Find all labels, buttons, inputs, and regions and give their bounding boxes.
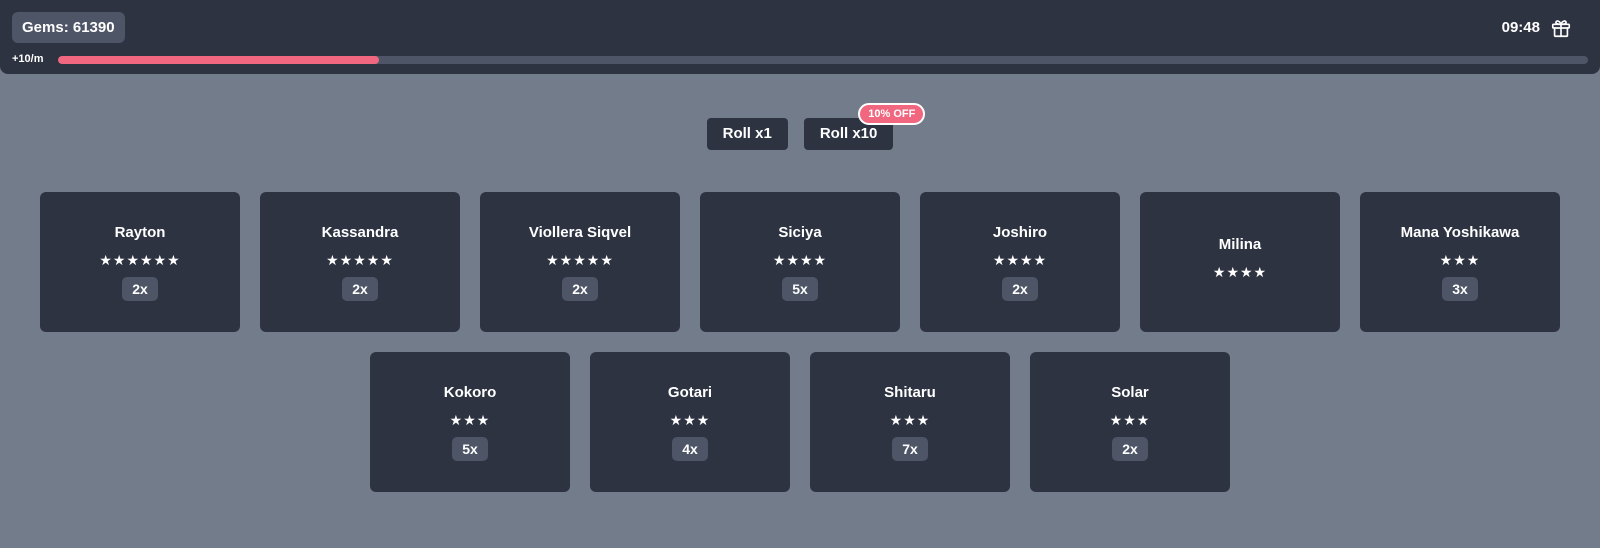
character-card[interactable]: Solar ★★★ 2x <box>1030 352 1230 492</box>
character-name: Shitaru <box>884 383 936 401</box>
duplicate-count: 2x <box>122 276 158 301</box>
star-rating: ★★★ <box>1439 252 1481 269</box>
character-card[interactable]: Viollera Siqvel ★★★★★ 2x <box>480 192 680 332</box>
gift-icon[interactable] <box>1550 17 1572 39</box>
character-name: Kassandra <box>321 223 399 241</box>
character-grid: Rayton ★★★★★★ 2x Kassandra ★★★★★ 2x Viol… <box>40 192 1560 492</box>
gem-rate-label: +10/m <box>12 53 44 65</box>
character-card[interactable]: Mana Yoshikawa ★★★ 3x <box>1360 192 1560 332</box>
duplicate-count: 2x <box>1002 276 1038 301</box>
top-bar: Gems: 61390 09:48 +10/m <box>0 0 1600 74</box>
character-card[interactable]: Shitaru ★★★ 7x <box>810 352 1010 492</box>
character-name: Solar <box>1111 383 1149 401</box>
star-rating: ★★★ <box>1109 412 1151 429</box>
star-rating: ★★★★★★ <box>99 252 181 269</box>
character-name: Kokoro <box>443 383 497 401</box>
star-rating: ★★★★ <box>992 252 1048 269</box>
character-name: Rayton <box>114 223 166 241</box>
character-card[interactable]: Kokoro ★★★ 5x <box>370 352 570 492</box>
character-name: Gotari <box>667 383 713 401</box>
star-rating: ★★★ <box>449 412 491 429</box>
progress-bar-fill <box>58 56 380 64</box>
duplicate-count: 5x <box>452 436 488 461</box>
star-rating: ★★★ <box>669 412 711 429</box>
duplicate-count: 7x <box>892 436 928 461</box>
roll-x10-button[interactable]: Roll x10 10% OFF <box>803 103 926 150</box>
roll-x10-label: Roll x10 <box>819 125 878 142</box>
character-card[interactable]: Kassandra ★★★★★ 2x <box>260 192 460 332</box>
character-name: Joshiro <box>992 223 1048 241</box>
duplicate-count: 4x <box>672 436 708 461</box>
character-name: Mana Yoshikawa <box>1400 223 1520 241</box>
roll-buttons: Roll x1 Roll x10 10% OFF <box>0 103 1600 150</box>
roll-x1-button[interactable]: Roll x1 <box>706 118 788 150</box>
star-rating: ★★★★ <box>772 252 828 269</box>
character-name: Viollera Siqvel <box>528 223 632 241</box>
character-card[interactable]: Siciya ★★★★ 5x <box>700 192 900 332</box>
discount-badge: 10% OFF <box>858 103 926 125</box>
timer: 09:48 <box>1501 19 1540 36</box>
gems-counter: Gems: 61390 <box>12 12 125 43</box>
character-card[interactable]: Gotari ★★★ 4x <box>590 352 790 492</box>
character-card[interactable]: Milina ★★★★ <box>1140 192 1340 332</box>
star-rating: ★★★★★ <box>326 252 394 269</box>
star-rating: ★★★★★ <box>546 252 614 269</box>
duplicate-count: 2x <box>1112 436 1148 461</box>
star-rating: ★★★ <box>889 412 931 429</box>
duplicate-count: 3x <box>1442 276 1478 301</box>
duplicate-count: 2x <box>562 276 598 301</box>
character-name: Milina <box>1218 235 1262 253</box>
character-card[interactable]: Joshiro ★★★★ 2x <box>920 192 1120 332</box>
duplicate-count: 5x <box>782 276 818 301</box>
progress-bar <box>58 56 1588 64</box>
character-name: Siciya <box>778 223 822 241</box>
star-rating: ★★★★ <box>1212 264 1268 281</box>
character-card[interactable]: Rayton ★★★★★★ 2x <box>40 192 240 332</box>
duplicate-count: 2x <box>342 276 378 301</box>
